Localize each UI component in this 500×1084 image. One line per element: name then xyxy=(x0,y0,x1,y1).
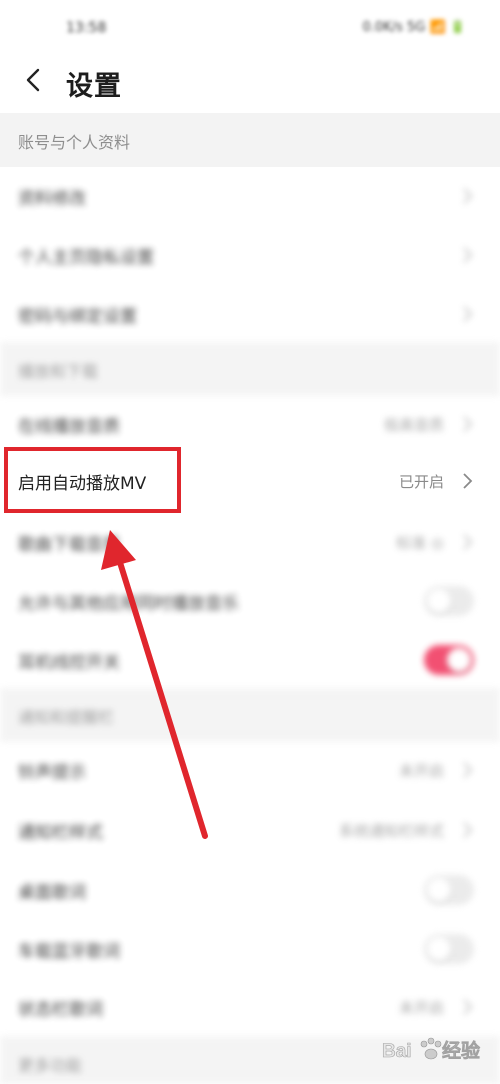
car-bluetooth-lyrics-toggle[interactable] xyxy=(424,934,474,964)
desktop-lyrics-toggle[interactable] xyxy=(424,875,474,905)
section-header-label: 账号与个人资料 xyxy=(18,133,131,152)
settings-row-download-quality[interactable]: 歌曲下载音质 标准 ◎ xyxy=(0,512,500,572)
baidu-watermark: Bai 经验 xyxy=(382,1026,494,1070)
chevron-right-icon xyxy=(463,999,473,1015)
svg-text:Bai: Bai xyxy=(382,1041,412,1062)
settings-row-notification-style[interactable]: 通知栏样式 系统通知栏样式 xyxy=(0,800,500,860)
chevron-right-icon xyxy=(463,247,473,263)
row-value: 未开启 xyxy=(398,762,444,780)
section-header-label: 播放和下载 xyxy=(18,362,99,381)
page-title: 设置 xyxy=(66,71,122,102)
toggle-knob xyxy=(447,648,471,672)
settings-row-car-bluetooth-lyrics[interactable]: 车载蓝牙歌词 xyxy=(0,919,500,979)
nav-bar: 设置 xyxy=(0,50,500,114)
toggle-knob xyxy=(427,589,451,613)
row-label: 通知栏样式 xyxy=(18,823,103,843)
chevron-left-icon xyxy=(26,68,40,92)
chevron-right-icon xyxy=(463,416,473,432)
chevron-right-icon xyxy=(463,188,473,204)
chevron-right-icon xyxy=(463,822,473,838)
row-label: 允许与其他应用同时播放音乐 xyxy=(18,594,239,614)
mix-playback-toggle[interactable] xyxy=(424,586,474,616)
section-header-playback: 播放和下载 xyxy=(0,342,500,396)
row-label: 车载蓝牙歌词 xyxy=(18,942,120,962)
headset-control-toggle[interactable] xyxy=(424,645,474,675)
row-value: 标准 ◎ xyxy=(396,534,444,552)
status-time: 13:58 xyxy=(66,20,107,36)
status-indicators: 0.0K/s 5G 📶 🔋 xyxy=(362,20,466,35)
row-label: 铃声提示 xyxy=(18,763,86,783)
settings-row-password-binding[interactable]: 密码与绑定设置 xyxy=(0,284,500,344)
section-header-label: 更多功能 xyxy=(18,1056,83,1075)
settings-row-profile-edit[interactable]: 资料修改 xyxy=(0,166,500,226)
settings-row-ringtone[interactable]: 铃声提示 未开启 xyxy=(0,740,500,800)
chevron-right-icon xyxy=(463,306,473,322)
svg-text:经验: 经验 xyxy=(442,1039,481,1062)
row-label: 个人主页隐私设置 xyxy=(18,248,154,268)
row-value: 已开启 xyxy=(398,473,444,491)
settings-row-mix-playback[interactable]: 允许与其他应用同时播放音乐 xyxy=(0,571,500,631)
toggle-knob xyxy=(427,937,451,961)
row-label: 桌面歌词 xyxy=(18,883,86,903)
chevron-right-icon xyxy=(463,473,473,489)
section-header-label: 通知和提醒栏 xyxy=(18,708,115,727)
chevron-right-icon xyxy=(463,762,473,778)
row-label: 密码与绑定设置 xyxy=(18,307,137,327)
row-value: 系统通知栏样式 xyxy=(338,822,444,840)
chevron-right-icon xyxy=(463,534,473,550)
baidu-paw-logo-icon: Bai 经验 xyxy=(382,1037,481,1062)
row-label: 在线播放音质 xyxy=(18,417,120,437)
settings-row-desktop-lyrics[interactable]: 桌面歌词 xyxy=(0,860,500,920)
row-label: 状态栏歌词 xyxy=(18,1000,103,1020)
row-label: 耳机线控开关 xyxy=(18,653,120,673)
section-header-account: 账号与个人资料 xyxy=(0,113,500,167)
settings-row-online-quality[interactable]: 在线播放音质 极高音质 xyxy=(0,392,500,452)
toggle-knob xyxy=(427,878,451,902)
settings-row-homepage-privacy[interactable]: 个人主页隐私设置 xyxy=(0,225,500,285)
row-value: 未开启 xyxy=(398,999,444,1017)
section-header-notifications: 通知和提醒栏 xyxy=(0,688,500,742)
back-button[interactable] xyxy=(18,62,54,98)
row-label: 启用自动播放MV xyxy=(18,474,147,494)
row-label: 资料修改 xyxy=(18,189,86,209)
settings-row-headset-control[interactable]: 耳机线控开关 xyxy=(0,630,500,690)
row-label: 歌曲下载音质 xyxy=(18,535,120,555)
row-value: 极高音质 xyxy=(383,416,444,434)
settings-row-autoplay-mv[interactable]: 启用自动播放MV 已开启 xyxy=(0,451,500,511)
